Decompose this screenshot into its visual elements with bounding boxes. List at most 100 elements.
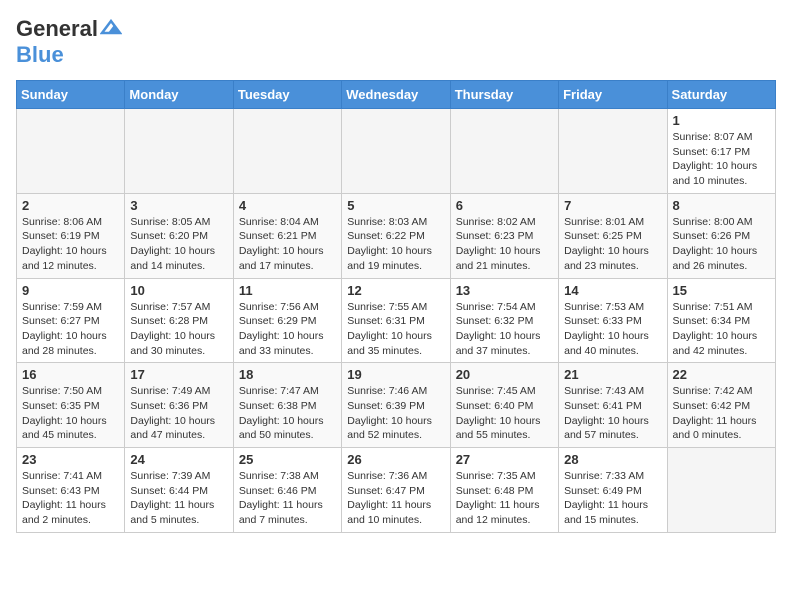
logo: General Blue (16, 16, 122, 68)
calendar-cell: 21 Sunrise: 7:43 AM Sunset: 6:41 PM Dayli… (559, 363, 667, 448)
day-number: 9 (22, 283, 119, 298)
calendar-cell: 20 Sunrise: 7:45 AM Sunset: 6:40 PM Dayli… (450, 363, 558, 448)
calendar-cell (125, 109, 233, 194)
day-info: Sunrise: 7:51 AM Sunset: 6:34 PM Dayligh… (673, 300, 770, 359)
day-number: 4 (239, 198, 336, 213)
calendar-cell: 2 Sunrise: 8:06 AM Sunset: 6:19 PM Daylig… (17, 193, 125, 278)
day-number: 8 (673, 198, 770, 213)
day-info: Sunrise: 8:06 AM Sunset: 6:19 PM Dayligh… (22, 215, 119, 274)
day-number: 23 (22, 452, 119, 467)
day-info: Sunrise: 7:47 AM Sunset: 6:38 PM Dayligh… (239, 384, 336, 443)
day-info: Sunrise: 7:41 AM Sunset: 6:43 PM Dayligh… (22, 469, 119, 528)
calendar-cell: 19 Sunrise: 7:46 AM Sunset: 6:39 PM Dayli… (342, 363, 450, 448)
day-number: 19 (347, 367, 444, 382)
day-info: Sunrise: 7:45 AM Sunset: 6:40 PM Dayligh… (456, 384, 553, 443)
calendar-cell: 16 Sunrise: 7:50 AM Sunset: 6:35 PM Dayli… (17, 363, 125, 448)
day-number: 16 (22, 367, 119, 382)
logo-general: General (16, 16, 98, 42)
day-number: 22 (673, 367, 770, 382)
day-number: 1 (673, 113, 770, 128)
day-number: 14 (564, 283, 661, 298)
calendar-cell: 8 Sunrise: 8:00 AM Sunset: 6:26 PM Daylig… (667, 193, 775, 278)
logo-blue: Blue (16, 42, 64, 68)
calendar-cell: 1 Sunrise: 8:07 AM Sunset: 6:17 PM Daylig… (667, 109, 775, 194)
calendar-cell: 23 Sunrise: 7:41 AM Sunset: 6:43 PM Dayli… (17, 448, 125, 533)
day-number: 11 (239, 283, 336, 298)
day-info: Sunrise: 7:49 AM Sunset: 6:36 PM Dayligh… (130, 384, 227, 443)
day-info: Sunrise: 8:04 AM Sunset: 6:21 PM Dayligh… (239, 215, 336, 274)
calendar-cell: 11 Sunrise: 7:56 AM Sunset: 6:29 PM Dayli… (233, 278, 341, 363)
day-number: 26 (347, 452, 444, 467)
day-number: 18 (239, 367, 336, 382)
col-header-thursday: Thursday (450, 81, 558, 109)
day-number: 20 (456, 367, 553, 382)
col-header-friday: Friday (559, 81, 667, 109)
calendar-table: SundayMondayTuesdayWednesdayThursdayFrid… (16, 80, 776, 533)
calendar-cell (450, 109, 558, 194)
day-number: 24 (130, 452, 227, 467)
day-info: Sunrise: 7:50 AM Sunset: 6:35 PM Dayligh… (22, 384, 119, 443)
calendar-cell: 14 Sunrise: 7:53 AM Sunset: 6:33 PM Dayli… (559, 278, 667, 363)
calendar-cell: 4 Sunrise: 8:04 AM Sunset: 6:21 PM Daylig… (233, 193, 341, 278)
calendar-cell: 24 Sunrise: 7:39 AM Sunset: 6:44 PM Dayli… (125, 448, 233, 533)
day-info: Sunrise: 7:54 AM Sunset: 6:32 PM Dayligh… (456, 300, 553, 359)
day-number: 2 (22, 198, 119, 213)
calendar-week-5: 23 Sunrise: 7:41 AM Sunset: 6:43 PM Dayli… (17, 448, 776, 533)
day-number: 15 (673, 283, 770, 298)
calendar-cell (17, 109, 125, 194)
day-info: Sunrise: 7:57 AM Sunset: 6:28 PM Dayligh… (130, 300, 227, 359)
day-info: Sunrise: 8:01 AM Sunset: 6:25 PM Dayligh… (564, 215, 661, 274)
calendar-week-1: 1 Sunrise: 8:07 AM Sunset: 6:17 PM Daylig… (17, 109, 776, 194)
day-info: Sunrise: 7:43 AM Sunset: 6:41 PM Dayligh… (564, 384, 661, 443)
day-info: Sunrise: 8:07 AM Sunset: 6:17 PM Dayligh… (673, 130, 770, 189)
day-info: Sunrise: 7:53 AM Sunset: 6:33 PM Dayligh… (564, 300, 661, 359)
day-number: 6 (456, 198, 553, 213)
day-info: Sunrise: 8:03 AM Sunset: 6:22 PM Dayligh… (347, 215, 444, 274)
calendar-cell (559, 109, 667, 194)
calendar-cell (667, 448, 775, 533)
day-info: Sunrise: 7:46 AM Sunset: 6:39 PM Dayligh… (347, 384, 444, 443)
calendar-cell: 22 Sunrise: 7:42 AM Sunset: 6:42 PM Dayli… (667, 363, 775, 448)
day-info: Sunrise: 7:39 AM Sunset: 6:44 PM Dayligh… (130, 469, 227, 528)
day-number: 5 (347, 198, 444, 213)
calendar-cell (342, 109, 450, 194)
col-header-tuesday: Tuesday (233, 81, 341, 109)
day-info: Sunrise: 8:02 AM Sunset: 6:23 PM Dayligh… (456, 215, 553, 274)
day-number: 25 (239, 452, 336, 467)
day-info: Sunrise: 7:56 AM Sunset: 6:29 PM Dayligh… (239, 300, 336, 359)
day-info: Sunrise: 7:59 AM Sunset: 6:27 PM Dayligh… (22, 300, 119, 359)
day-number: 10 (130, 283, 227, 298)
day-info: Sunrise: 7:42 AM Sunset: 6:42 PM Dayligh… (673, 384, 770, 443)
day-info: Sunrise: 7:33 AM Sunset: 6:49 PM Dayligh… (564, 469, 661, 528)
calendar-cell: 17Sunrise: 7:49 AM Sunset: 6:36 PM Dayli… (125, 363, 233, 448)
calendar-cell: 12 Sunrise: 7:55 AM Sunset: 6:31 PM Dayli… (342, 278, 450, 363)
page-header: General Blue (16, 16, 776, 68)
day-number: 21 (564, 367, 661, 382)
calendar-cell: 18 Sunrise: 7:47 AM Sunset: 6:38 PM Dayli… (233, 363, 341, 448)
calendar-cell: 26 Sunrise: 7:36 AM Sunset: 6:47 PM Dayli… (342, 448, 450, 533)
calendar-cell: 15 Sunrise: 7:51 AM Sunset: 6:34 PM Dayli… (667, 278, 775, 363)
calendar-cell: 27 Sunrise: 7:35 AM Sunset: 6:48 PM Dayli… (450, 448, 558, 533)
day-number: 27 (456, 452, 553, 467)
col-header-monday: Monday (125, 81, 233, 109)
col-header-wednesday: Wednesday (342, 81, 450, 109)
calendar-header-row: SundayMondayTuesdayWednesdayThursdayFrid… (17, 81, 776, 109)
calendar-cell: 13 Sunrise: 7:54 AM Sunset: 6:32 PM Dayli… (450, 278, 558, 363)
day-number: 28 (564, 452, 661, 467)
logo-icon (100, 19, 122, 35)
calendar-week-4: 16 Sunrise: 7:50 AM Sunset: 6:35 PM Dayli… (17, 363, 776, 448)
day-number: 13 (456, 283, 553, 298)
calendar-week-3: 9 Sunrise: 7:59 AM Sunset: 6:27 PM Daylig… (17, 278, 776, 363)
day-info: Sunrise: 8:00 AM Sunset: 6:26 PM Dayligh… (673, 215, 770, 274)
calendar-cell: 28 Sunrise: 7:33 AM Sunset: 6:49 PM Dayli… (559, 448, 667, 533)
day-number: 12 (347, 283, 444, 298)
day-info: Sunrise: 7:55 AM Sunset: 6:31 PM Dayligh… (347, 300, 444, 359)
calendar-cell: 10 Sunrise: 7:57 AM Sunset: 6:28 PM Dayli… (125, 278, 233, 363)
day-info: Sunrise: 7:36 AM Sunset: 6:47 PM Dayligh… (347, 469, 444, 528)
day-info: Sunrise: 7:35 AM Sunset: 6:48 PM Dayligh… (456, 469, 553, 528)
day-number: 7 (564, 198, 661, 213)
col-header-saturday: Saturday (667, 81, 775, 109)
calendar-cell: 5 Sunrise: 8:03 AM Sunset: 6:22 PM Daylig… (342, 193, 450, 278)
calendar-cell (233, 109, 341, 194)
col-header-sunday: Sunday (17, 81, 125, 109)
